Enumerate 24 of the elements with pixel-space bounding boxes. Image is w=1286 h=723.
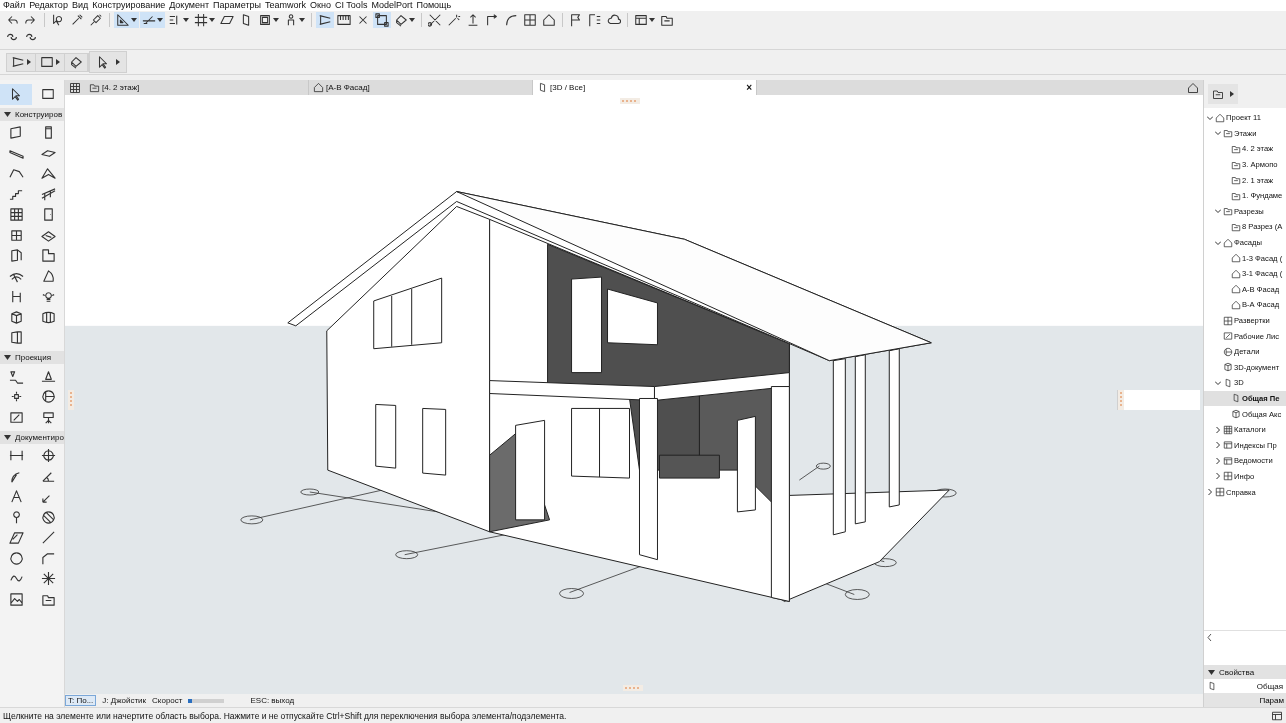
- properties-label: Общая: [1256, 681, 1283, 691]
- menu-item[interactable]: Teamwork: [265, 0, 307, 11]
- status-label: T: По...: [65, 695, 97, 706]
- close-button[interactable]: ×: [746, 82, 752, 93]
- view-tab[interactable]: [3D / Все] ×: [533, 80, 757, 95]
- menu-item[interactable]: ModelPort: [371, 0, 413, 11]
- menu-item[interactable]: Параметры: [213, 0, 262, 11]
- menu-item[interactable]: Документ: [169, 0, 210, 11]
- menu-item[interactable]: Конструирование: [92, 0, 166, 11]
- menu-item[interactable]: CI Tools: [335, 0, 368, 11]
- section-header[interactable]: Проекция: [0, 351, 64, 364]
- status-label: ESC: выход: [250, 696, 295, 705]
- menu-item[interactable]: Файл: [3, 0, 26, 11]
- status-label: J: Джойстик: [102, 696, 147, 705]
- menu-item[interactable]: Помощь: [416, 0, 452, 11]
- status-message: Щелкните на элементе или начертите область выбора. Нажмите и не отпускайте Ctrl+Shift для переключения выбора элемента/подэлемента.: [3, 710, 567, 721]
- section-header[interactable]: Документиро: [0, 430, 64, 444]
- menu-item[interactable]: Окно: [310, 0, 332, 11]
- parameters-button[interactable]: Парам: [1204, 693, 1286, 707]
- menu-item[interactable]: Вид: [71, 0, 89, 11]
- section-header[interactable]: Конструиров: [0, 107, 64, 121]
- menu-item[interactable]: Редактор: [29, 0, 68, 11]
- status-label: Скорост: [152, 696, 183, 705]
- section-header[interactable]: Свойства: [1204, 665, 1286, 679]
